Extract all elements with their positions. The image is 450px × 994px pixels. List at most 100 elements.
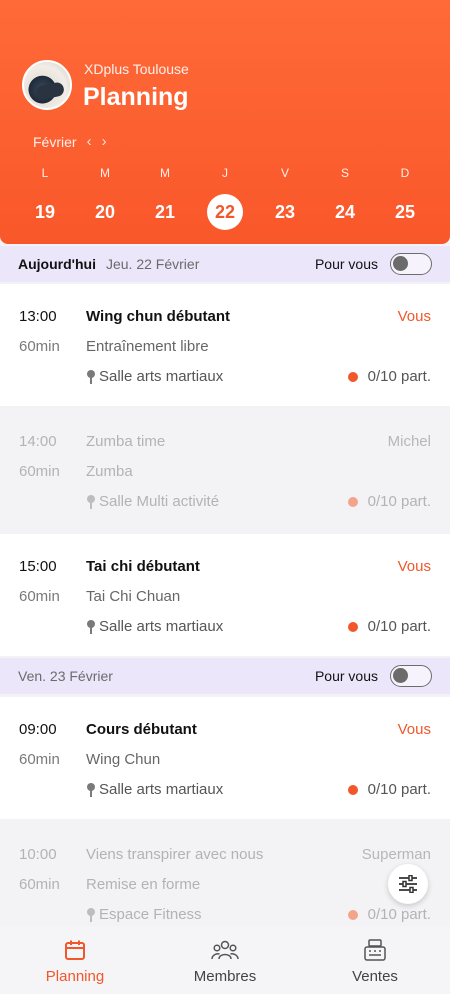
class-participants: 0/10 part. <box>347 493 431 510</box>
class-room: Salle arts martiaux <box>86 618 223 635</box>
day-23[interactable]: V 23 <box>255 166 315 230</box>
class-time: 10:00 <box>19 846 57 863</box>
location-pin-icon <box>86 494 96 509</box>
day-letter: D <box>400 166 410 180</box>
class-duration: 60min <box>19 751 60 768</box>
today-label: Aujourd'hui <box>18 256 96 272</box>
class-time: 09:00 <box>19 721 57 738</box>
status-dot <box>347 621 358 632</box>
day-letter: M <box>160 166 170 180</box>
day-number: 19 <box>34 201 56 222</box>
class-duration: 60min <box>19 876 60 893</box>
location-pin-icon <box>86 619 96 634</box>
status-dot <box>347 784 358 795</box>
class-duration: 60min <box>19 338 60 355</box>
club-avatar[interactable] <box>22 60 72 110</box>
class-participants: 0/10 part. <box>347 618 431 635</box>
month-navigator: Février ‹ › <box>33 133 107 150</box>
day-number: 20 <box>94 201 116 222</box>
day-letter: J <box>222 166 228 180</box>
participants-count: 0/10 part. <box>367 618 431 635</box>
class-time: 14:00 <box>19 433 57 450</box>
status-dot <box>347 371 358 382</box>
section-date: Jeu. 22 Février <box>105 256 200 272</box>
day-22-selected[interactable]: J 22 <box>195 166 255 230</box>
class-participants: 0/10 part. <box>347 368 431 385</box>
class-card[interactable]: 15:00 60min Tai chi débutant Tai Chi Chu… <box>0 534 450 656</box>
status-dot <box>347 496 358 507</box>
class-participants: 0/10 part. <box>347 906 431 923</box>
class-coach: Michel <box>387 433 431 450</box>
location-pin-icon <box>86 907 96 922</box>
status-dot <box>347 909 358 920</box>
tab-membres[interactable]: Membres <box>155 938 295 985</box>
class-type: Remise en forme <box>86 876 201 893</box>
participants-count: 0/10 part. <box>367 906 431 923</box>
class-name: Wing chun débutant <box>86 308 231 325</box>
day-number: 24 <box>334 201 356 222</box>
day-20[interactable]: M 20 <box>75 166 135 230</box>
tab-label: Membres <box>193 968 257 985</box>
tab-label: Ventes <box>352 968 398 985</box>
filter-sliders-icon <box>399 875 417 893</box>
planning-header: XDplus Toulouse Planning Février ‹ › L 1… <box>0 0 450 244</box>
tab-planning[interactable]: Planning <box>5 938 145 985</box>
class-coach: Superman <box>361 846 431 863</box>
tab-ventes[interactable]: Ventes <box>305 938 445 985</box>
day-section-header: Ven. 23 Février Pour vous <box>0 658 450 694</box>
day-number: 21 <box>154 201 176 222</box>
class-type: Entraînement libre <box>86 338 209 355</box>
pour-vous-label: Pour vous <box>314 256 378 272</box>
class-time: 13:00 <box>19 308 57 325</box>
class-coach: Vous <box>397 308 431 325</box>
day-letter: S <box>340 166 349 180</box>
class-coach: Vous <box>397 558 431 575</box>
class-card[interactable]: 14:00 60min Zumba time Zumba Salle Multi… <box>0 409 450 531</box>
cash-register-icon <box>364 939 386 961</box>
pour-vous-toggle[interactable] <box>390 665 432 687</box>
class-room: Salle arts martiaux <box>86 781 223 798</box>
bottom-tab-bar: Planning Membres Ventes <box>0 926 450 994</box>
club-name: XDplus Toulouse <box>84 61 189 77</box>
calendar-icon <box>65 940 85 960</box>
month-label: Février <box>33 133 77 150</box>
class-type: Tai Chi Chuan <box>86 588 181 605</box>
day-25[interactable]: D 25 <box>375 166 435 230</box>
room-name: Salle arts martiaux <box>99 781 224 798</box>
participants-count: 0/10 part. <box>367 493 431 510</box>
room-name: Espace Fitness <box>99 906 202 923</box>
day-number: 25 <box>394 201 416 222</box>
room-name: Salle arts martiaux <box>99 618 224 635</box>
day-21[interactable]: M 21 <box>135 166 195 230</box>
users-icon <box>211 940 239 960</box>
location-pin-icon <box>86 369 96 384</box>
day-number: 22 <box>207 194 243 230</box>
tab-label: Planning <box>45 968 105 985</box>
day-19[interactable]: L 19 <box>15 166 75 230</box>
room-name: Salle arts martiaux <box>99 368 224 385</box>
class-time: 15:00 <box>19 558 57 575</box>
class-name: Zumba time <box>86 433 166 450</box>
participants-count: 0/10 part. <box>367 781 431 798</box>
class-card[interactable]: 13:00 60min Wing chun débutant Entraînem… <box>0 284 450 406</box>
pour-vous-label: Pour vous <box>314 668 378 684</box>
filter-button[interactable] <box>388 864 428 904</box>
class-type: Wing Chun <box>86 751 161 768</box>
section-date: Ven. 23 Février <box>18 668 113 684</box>
day-24[interactable]: S 24 <box>315 166 375 230</box>
class-duration: 60min <box>19 463 60 480</box>
chevron-left-icon[interactable]: ‹ <box>87 133 92 150</box>
class-room: Salle Multi activité <box>86 493 219 510</box>
chevron-right-icon[interactable]: › <box>102 133 107 150</box>
day-letter: M <box>100 166 110 180</box>
class-name: Viens transpirer avec nous <box>86 846 264 863</box>
class-name: Tai chi débutant <box>86 558 200 575</box>
class-room: Espace Fitness <box>86 906 202 923</box>
day-number: 23 <box>274 201 296 222</box>
class-type: Zumba <box>86 463 133 480</box>
pour-vous-toggle[interactable] <box>390 253 432 275</box>
location-pin-icon <box>86 782 96 797</box>
class-card[interactable]: 09:00 60min Cours débutant Wing Chun Sal… <box>0 697 450 819</box>
class-name: Cours débutant <box>86 721 197 738</box>
class-duration: 60min <box>19 588 60 605</box>
